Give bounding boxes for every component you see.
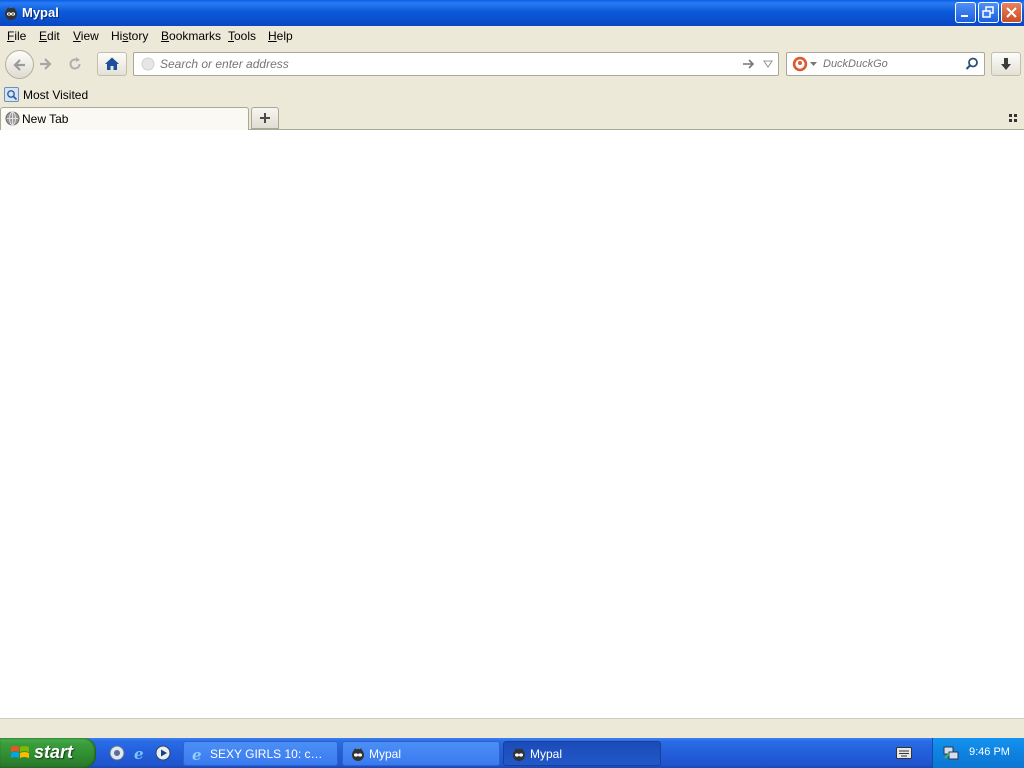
home-icon bbox=[105, 57, 119, 70]
download-arrow-icon bbox=[1001, 58, 1011, 70]
menu-bar: File Edit View History Bookmarks Tools H… bbox=[0, 26, 1024, 48]
taskbar-item-active[interactable]: Mypal bbox=[503, 741, 661, 766]
downloads-button[interactable] bbox=[991, 52, 1021, 76]
home-button[interactable] bbox=[97, 52, 127, 76]
menu-file[interactable]: File bbox=[7, 29, 26, 43]
quicklaunch-media-player-icon[interactable] bbox=[155, 745, 171, 761]
start-label: start bbox=[34, 742, 74, 762]
address-bar[interactable] bbox=[133, 52, 779, 76]
bookmarks-toolbar bbox=[0, 84, 1024, 106]
new-tab-button[interactable] bbox=[251, 107, 279, 129]
back-arrow-icon bbox=[13, 59, 25, 71]
address-input[interactable] bbox=[160, 56, 730, 72]
dropdown-arrow-icon[interactable] bbox=[763, 60, 773, 68]
network-icon[interactable] bbox=[943, 745, 959, 761]
folder-icon bbox=[4, 87, 19, 102]
close-icon bbox=[1006, 7, 1017, 18]
menu-bookmarks[interactable]: Bookmarks bbox=[161, 29, 221, 43]
bookmark-label: Most Visited bbox=[23, 88, 89, 102]
go-arrow-icon[interactable] bbox=[742, 58, 756, 70]
minimize-button[interactable] bbox=[955, 2, 976, 23]
window-title: Mypal bbox=[22, 5, 59, 20]
quicklaunch-mypal-icon[interactable] bbox=[109, 745, 125, 761]
reload-icon[interactable] bbox=[67, 56, 83, 72]
list-all-tabs-icon[interactable] bbox=[1008, 113, 1018, 123]
clock[interactable]: 9:46 PM bbox=[969, 746, 1010, 758]
ie-icon: e bbox=[192, 746, 202, 762]
taskbar-item-label: Mypal bbox=[369, 747, 402, 761]
forward-arrow-icon[interactable] bbox=[37, 56, 53, 72]
search-input[interactable] bbox=[823, 56, 963, 72]
back-button[interactable] bbox=[5, 50, 34, 79]
quicklaunch-ie-icon[interactable]: e bbox=[132, 745, 148, 761]
menu-history[interactable]: History bbox=[111, 29, 148, 43]
search-icon[interactable] bbox=[965, 57, 979, 71]
taskbar-item-label: Mypal bbox=[530, 747, 563, 761]
title-bar[interactable]: Mypal bbox=[0, 0, 1024, 27]
tab-new-tab[interactable]: New Tab bbox=[0, 107, 249, 130]
status-bar bbox=[0, 718, 1024, 738]
windows-logo-icon bbox=[11, 746, 29, 758]
close-button[interactable] bbox=[1001, 2, 1022, 23]
taskbar-item[interactable]: Mypal bbox=[342, 741, 500, 766]
menu-tools[interactable]: Tools bbox=[228, 29, 256, 43]
taskbar-item[interactable]: e SEXY GIRLS 10: collec... bbox=[183, 741, 338, 766]
search-bar[interactable] bbox=[786, 52, 985, 76]
page-content[interactable] bbox=[0, 130, 1024, 718]
tab-label: New Tab bbox=[22, 112, 69, 126]
globe-icon bbox=[141, 57, 155, 71]
taskbar-item-label: SEXY GIRLS 10: collec... bbox=[210, 747, 328, 761]
menu-help[interactable]: Help bbox=[268, 29, 293, 43]
menu-edit[interactable]: Edit bbox=[39, 29, 60, 43]
duckduckgo-icon[interactable] bbox=[792, 56, 808, 72]
mypal-logo-icon bbox=[5, 7, 17, 20]
mypal-logo-icon bbox=[352, 748, 364, 761]
restore-button[interactable] bbox=[978, 2, 999, 23]
globe-icon bbox=[5, 111, 20, 126]
keyboard-icon[interactable] bbox=[896, 747, 912, 759]
svg-text:e: e bbox=[134, 745, 144, 761]
plus-icon bbox=[260, 113, 270, 123]
engine-dropdown-icon[interactable] bbox=[810, 62, 817, 67]
system-tray: 9:46 PM bbox=[932, 738, 1024, 768]
svg-text:e: e bbox=[192, 746, 202, 762]
minimize-icon bbox=[961, 15, 968, 17]
mypal-logo-icon bbox=[513, 748, 525, 761]
menu-view[interactable]: View bbox=[73, 29, 99, 43]
restore-icon bbox=[982, 6, 994, 18]
start-button[interactable]: start bbox=[0, 738, 96, 768]
